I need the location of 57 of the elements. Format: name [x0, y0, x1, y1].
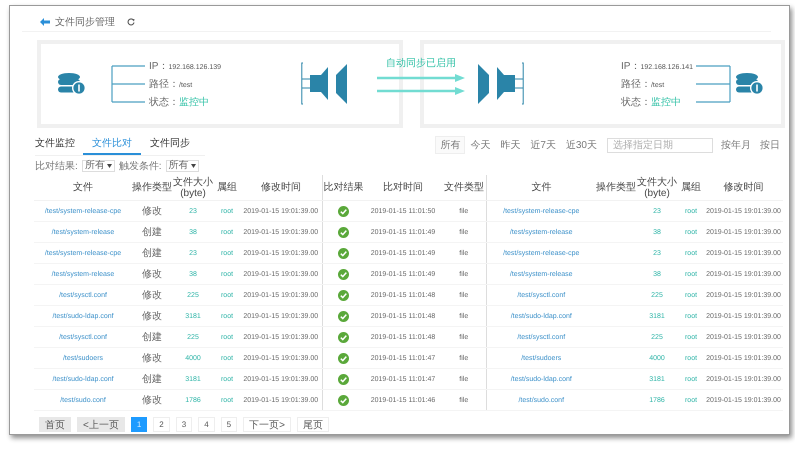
filter-select[interactable]: 所有: [82, 160, 115, 172]
column-header: 文件: [34, 175, 132, 200]
filter-label: 比对结果:: [35, 160, 78, 173]
date-filter-option[interactable]: 近7天: [525, 136, 561, 154]
first-page-button[interactable]: 首页: [39, 417, 71, 432]
page-button[interactable]: 3: [176, 417, 192, 432]
column-header: 文件类型: [442, 175, 486, 200]
column-header: 属组: [214, 175, 240, 200]
filter-label: 触发条件:: [118, 160, 162, 173]
table-cell: 创建: [142, 332, 162, 343]
date-filter-option[interactable]: 昨天: [495, 136, 526, 154]
table-cell: 修改: [142, 311, 162, 322]
table-cell: 创建: [142, 227, 162, 238]
column-header: 文件大小 (byte): [172, 175, 214, 200]
previous-page-button[interactable]: <上一页: [77, 417, 125, 432]
last-page-button[interactable]: 尾页: [296, 417, 329, 432]
page-title: 文件同步管理: [55, 16, 115, 28]
table-cell: 修改: [142, 353, 162, 364]
page-button[interactable]: 1: [130, 417, 148, 432]
column-header: 比对结果: [322, 175, 364, 200]
tab[interactable]: 文件监控: [35, 134, 75, 155]
column-header: 比对时间: [364, 175, 442, 200]
status-text: 监控中: [179, 96, 209, 109]
date-filter-option[interactable]: 所有: [435, 136, 466, 154]
table-cell: 创建: [142, 248, 162, 259]
column-header: 操作类型: [596, 175, 636, 200]
table-cell: 创建: [142, 374, 162, 385]
field-label: 路径：: [620, 78, 651, 91]
field-label: 状态：: [620, 96, 651, 109]
table-cell: 修改: [142, 269, 162, 280]
filter-select[interactable]: 所有: [166, 160, 199, 172]
page-button[interactable]: 2: [153, 417, 170, 432]
date-mode-button[interactable]: 按年月: [721, 138, 751, 152]
date-mode-button[interactable]: 按日: [760, 138, 780, 152]
column-header: 修改时间: [240, 175, 322, 200]
table-cell: 修改: [142, 290, 162, 301]
column-header: 文件大小 (byte): [636, 175, 678, 200]
column-header: 修改时间: [704, 175, 783, 200]
field-label: 路径：: [149, 78, 179, 91]
next-page-button[interactable]: 下一页>: [243, 417, 291, 432]
field-label: IP：: [149, 60, 168, 73]
field-label: IP：: [620, 60, 640, 73]
page-button[interactable]: 5: [220, 417, 238, 432]
tab[interactable]: 文件同步: [141, 134, 199, 155]
table-cell: 修改: [142, 206, 162, 217]
table-cell: 修改: [142, 395, 162, 406]
date-filter-option[interactable]: 近30天: [560, 136, 602, 154]
column-header: 属组: [678, 175, 704, 200]
date-filter-option[interactable]: 今天: [465, 136, 496, 154]
date-field[interactable]: 选择指定日期: [607, 138, 713, 152]
status-text: 监控中: [650, 96, 681, 109]
sync-status-label: 自动同步已启用: [386, 56, 456, 70]
column-header: 操作类型: [132, 175, 172, 200]
tab[interactable]: 文件比对: [83, 134, 141, 155]
column-header: 文件: [486, 175, 596, 200]
page-button[interactable]: 4: [198, 417, 215, 432]
field-label: 状态：: [149, 96, 179, 109]
